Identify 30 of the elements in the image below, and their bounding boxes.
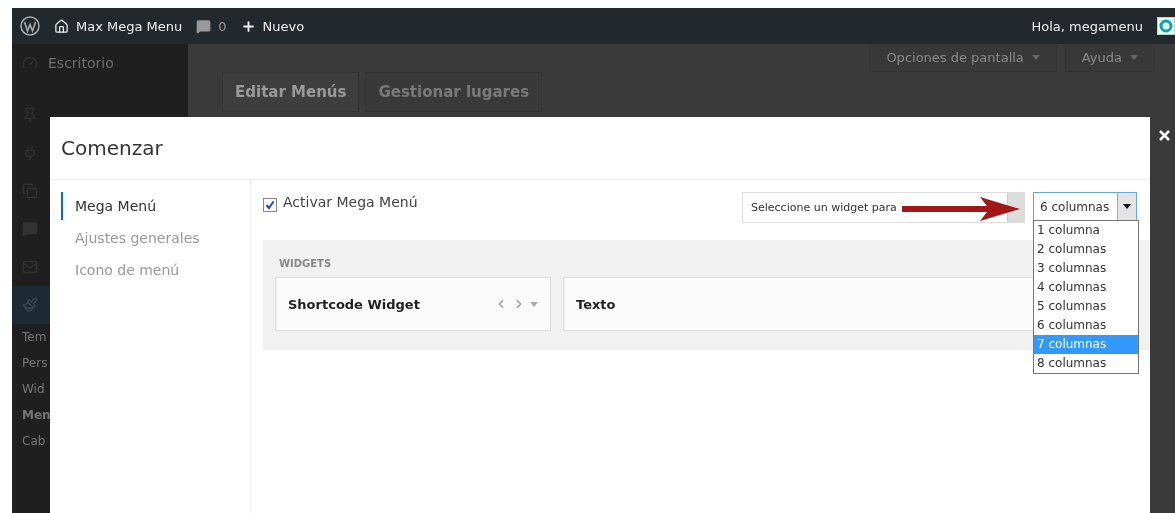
new-link[interactable]: Nuevo (240, 18, 305, 34)
caret-icon (530, 301, 538, 307)
page-tab[interactable]: Editar Menús (222, 72, 360, 112)
submenu-item[interactable]: Men (12, 402, 51, 428)
brush-icon (22, 297, 38, 313)
submenu-item[interactable]: Tem (12, 324, 47, 350)
avatar-icon[interactable] (1157, 17, 1175, 35)
checkbox-label: Activar Mega Menú (283, 194, 418, 210)
close-button[interactable] (1157, 128, 1172, 143)
widgets-heading: WIDGETS (279, 258, 332, 269)
widget-select[interactable]: Seleccione un widget para (742, 192, 1025, 223)
widget-card[interactable]: Shortcode Widget (275, 277, 551, 331)
comments-link[interactable]: 0 (196, 18, 227, 34)
caret-icon (1031, 55, 1040, 60)
caret-icon (1123, 204, 1131, 209)
nav-tab[interactable]: Mega Menú (61, 192, 250, 220)
home-icon (54, 18, 69, 34)
checkbox[interactable] (263, 198, 277, 212)
modal-title: Comenzar (61, 136, 163, 160)
widget-title: Texto (576, 296, 616, 312)
comment-icon (196, 18, 212, 34)
logo-icon[interactable] (20, 16, 40, 36)
submenu-item[interactable]: Cab (12, 428, 46, 454)
widget-title: Shortcode Widget (288, 296, 420, 312)
site-link[interactable]: Max Mega Menu (54, 18, 183, 34)
caret-icon (1130, 55, 1138, 60)
submenu-item[interactable]: Wid (12, 376, 45, 402)
greeting-text[interactable]: Hola, megamenu (1031, 18, 1143, 34)
submenu-item[interactable]: Pers (12, 350, 48, 376)
plus-icon (240, 18, 256, 34)
